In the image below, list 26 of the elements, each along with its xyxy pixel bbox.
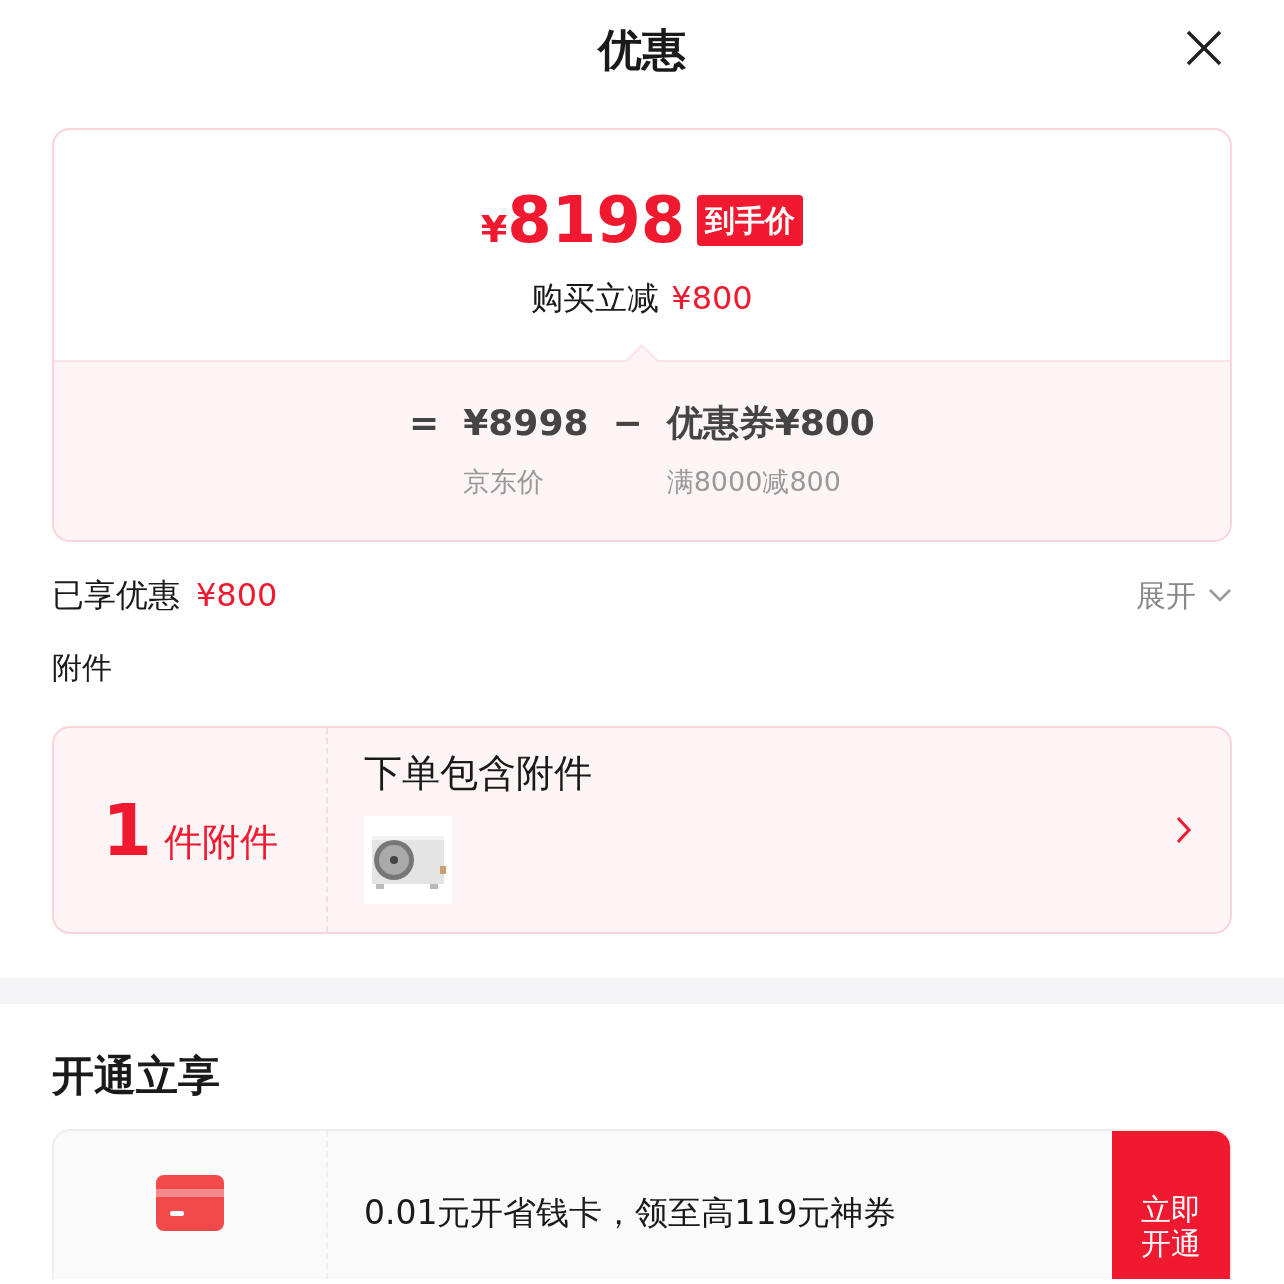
activate-button[interactable]: 立即开通 [1112, 1131, 1230, 1279]
section-heading: 附件 [52, 649, 113, 687]
accessory-unit: 件附件 [164, 818, 279, 866]
membership-offer: 0.01元开省钱卡，领至高119元神券 [364, 1193, 897, 1232]
chevron-right-icon [1176, 816, 1192, 844]
card-icon [156, 1175, 224, 1231]
coupon-condition: 满8000减800 [666, 465, 841, 499]
instant-discount-value: ¥800 [671, 278, 753, 319]
dialog-title: 优惠 [598, 23, 686, 77]
chevron-down-icon [1208, 587, 1232, 603]
minus-sign: − [612, 401, 643, 445]
accessory-title: 下单包含附件 [364, 750, 593, 797]
expand-button[interactable]: 展开 [1136, 572, 1232, 618]
accessory-card[interactable]: 1 件附件 下单包含附件 [52, 726, 1232, 934]
instant-discount-label: 购买立减 [531, 278, 660, 319]
final-price: ¥8198 [480, 188, 686, 252]
discount-summary-label: 已享优惠 [52, 575, 180, 616]
equals-sign: = [409, 401, 440, 445]
section-heading: 开通立享 [52, 1050, 221, 1102]
base-price-caption: 京东价 [463, 465, 545, 499]
coupon-amount: 优惠券¥800 [666, 401, 875, 445]
discount-summary-value: ¥800 [196, 575, 278, 616]
accessory-count: 1 [101, 794, 153, 866]
price-tag: 到手价 [697, 194, 804, 246]
close-icon[interactable] [1186, 30, 1222, 66]
base-price: ¥8998 [463, 401, 589, 445]
